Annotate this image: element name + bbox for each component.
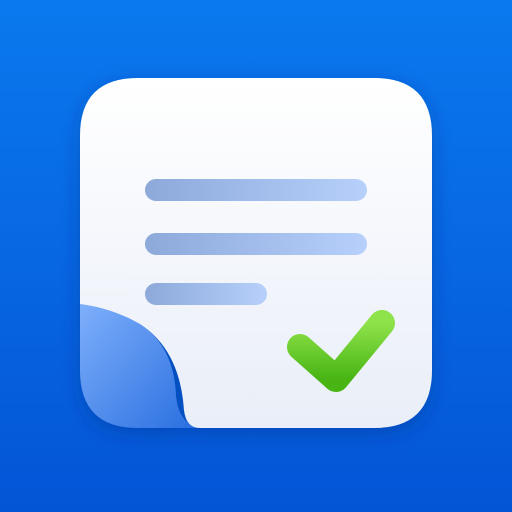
text-line-3 [145, 283, 267, 305]
text-line-1 [145, 179, 367, 201]
notes-checklist-icon [0, 0, 512, 512]
app-icon-canvas [0, 0, 512, 512]
text-line-2 [145, 233, 367, 255]
